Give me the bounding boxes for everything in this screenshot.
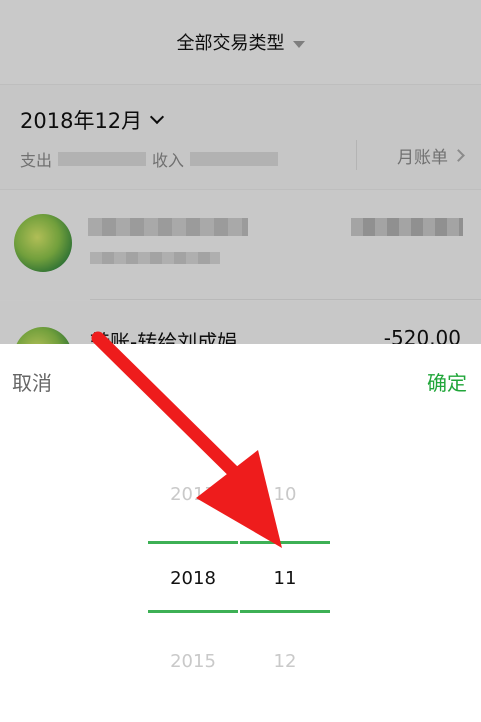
year-wheel[interactable]: 2017 2018 2015	[148, 344, 238, 722]
date-picker-sheet: 取消 确定 2017 2018 2015 10 11 12	[0, 344, 481, 722]
month-option-above[interactable]: 10	[240, 484, 330, 505]
dim-overlay[interactable]	[0, 0, 481, 344]
year-option-above[interactable]: 2017	[148, 484, 238, 505]
selection-line-bottom	[148, 610, 238, 613]
confirm-button[interactable]: 确定	[427, 367, 467, 396]
month-option-selected[interactable]: 11	[240, 568, 330, 589]
year-option-below[interactable]: 2015	[148, 651, 238, 672]
month-option-below[interactable]: 12	[240, 651, 330, 672]
year-option-selected[interactable]: 2018	[148, 568, 238, 589]
selection-line-top	[240, 541, 330, 544]
cancel-button[interactable]: 取消	[12, 367, 52, 396]
selection-line-bottom	[240, 610, 330, 613]
month-wheel[interactable]: 10 11 12	[240, 344, 330, 722]
selection-line-top	[148, 541, 238, 544]
